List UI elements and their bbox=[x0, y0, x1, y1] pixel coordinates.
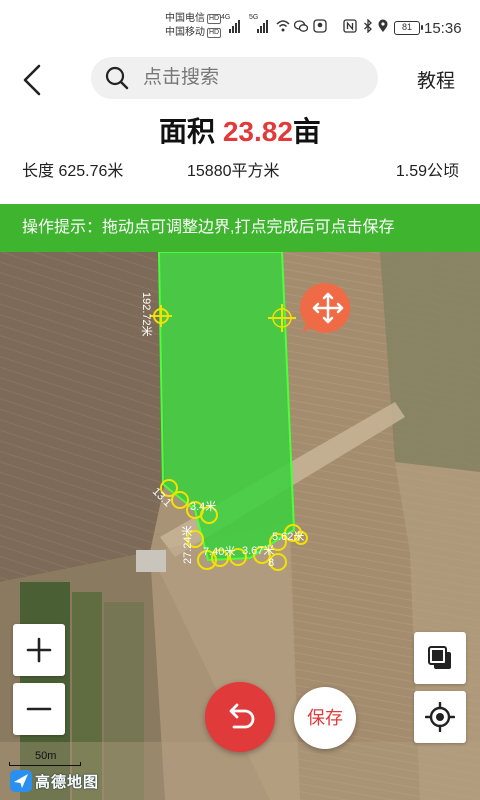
edge-label: 7.40米 bbox=[203, 545, 235, 558]
crosshair-icon bbox=[425, 702, 455, 732]
edge-label: 5.62米 bbox=[272, 530, 304, 543]
carrier-2: 中国移动 bbox=[165, 27, 205, 38]
area-unit: 亩 bbox=[292, 116, 321, 147]
save-button[interactable]: 保存 bbox=[294, 687, 356, 749]
amap-logo-icon bbox=[10, 770, 32, 792]
hd-badge: HD bbox=[207, 14, 222, 24]
undo-button[interactable] bbox=[205, 682, 275, 752]
battery-indicator: 81 bbox=[394, 21, 423, 35]
wifi-icon bbox=[276, 20, 290, 32]
signal-icon bbox=[257, 17, 268, 33]
map-provider-logo: 高德地图 bbox=[10, 768, 99, 794]
back-button[interactable] bbox=[12, 60, 52, 100]
locate-button[interactable] bbox=[414, 691, 466, 743]
search-icon bbox=[105, 66, 129, 90]
carrier-info: 中国电信 HD 中国移动 HD bbox=[165, 12, 222, 40]
map-logo-text: 高德地图 bbox=[35, 773, 100, 791]
signal-icon bbox=[229, 17, 240, 33]
hectares-stat: 1.59公顷 bbox=[395, 163, 459, 180]
zoom-out-button[interactable] bbox=[13, 683, 65, 735]
area-title: 面积 23.82亩 bbox=[0, 112, 480, 152]
zoom-in-button[interactable] bbox=[13, 624, 65, 676]
nfc-icon bbox=[343, 19, 357, 33]
edge-label: 3.67米 bbox=[242, 544, 274, 557]
bluetooth-icon bbox=[364, 19, 372, 33]
stats-row: 长度 625.76米 15880平方米 1.59公顷 bbox=[0, 160, 480, 186]
area-value: 23.82 bbox=[222, 116, 293, 147]
location-icon bbox=[378, 19, 388, 32]
status-bar: 中国电信 HD 中国移动 HD 4G 5G 81 15:36 bbox=[0, 0, 480, 50]
edge-label: 3.4米 bbox=[190, 500, 216, 513]
tutorial-link[interactable]: 教程 bbox=[417, 66, 455, 93]
hd-badge: HD bbox=[207, 28, 222, 38]
edge-label: 8 bbox=[268, 557, 274, 569]
plus-icon bbox=[26, 637, 52, 663]
drag-handle[interactable] bbox=[300, 281, 354, 335]
operation-tip: 操作提示：拖动点可调整边界,打点完成后可点击保存 bbox=[0, 204, 480, 252]
edge-label: 27.24米 bbox=[181, 525, 194, 564]
wechat-icon bbox=[294, 20, 308, 32]
app-icon bbox=[313, 19, 327, 33]
search-placeholder: 点击搜索 bbox=[143, 67, 220, 88]
length-stat: 长度 625.76米 bbox=[22, 163, 124, 180]
carrier-1: 中国电信 bbox=[165, 13, 205, 24]
minus-icon bbox=[26, 707, 52, 711]
area-label: 面积 bbox=[159, 116, 216, 147]
app-screen: 中国电信 HD 中国移动 HD 4G 5G 81 15:36 点击搜索 教程 面积 … bbox=[0, 0, 480, 800]
layers-button[interactable] bbox=[414, 632, 466, 684]
search-input[interactable]: 点击搜索 bbox=[91, 57, 378, 99]
edge-label: 192.72米 bbox=[140, 292, 153, 337]
scale-bar bbox=[9, 762, 81, 766]
chevron-left-icon bbox=[23, 64, 41, 96]
status-time: 15:36 bbox=[424, 20, 462, 37]
square-meters-stat: 15880平方米 bbox=[187, 163, 280, 180]
scale-label: 50m bbox=[35, 750, 57, 762]
undo-icon bbox=[229, 703, 255, 729]
layers-icon bbox=[428, 646, 451, 669]
